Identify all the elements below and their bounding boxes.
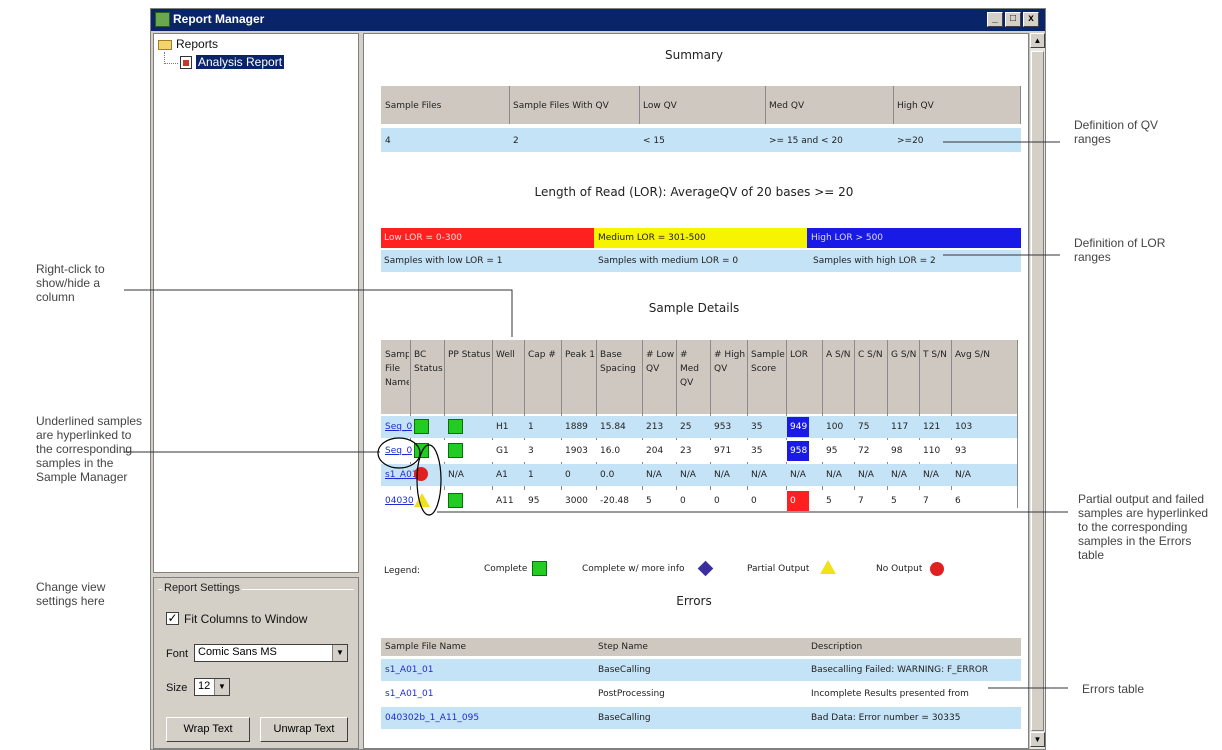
partial-highlight-ellipse (416, 444, 442, 516)
rightclick-callout-line (124, 289, 513, 337)
underlined-highlight-ellipse (377, 437, 421, 469)
annotation-lines (124, 141, 1068, 689)
